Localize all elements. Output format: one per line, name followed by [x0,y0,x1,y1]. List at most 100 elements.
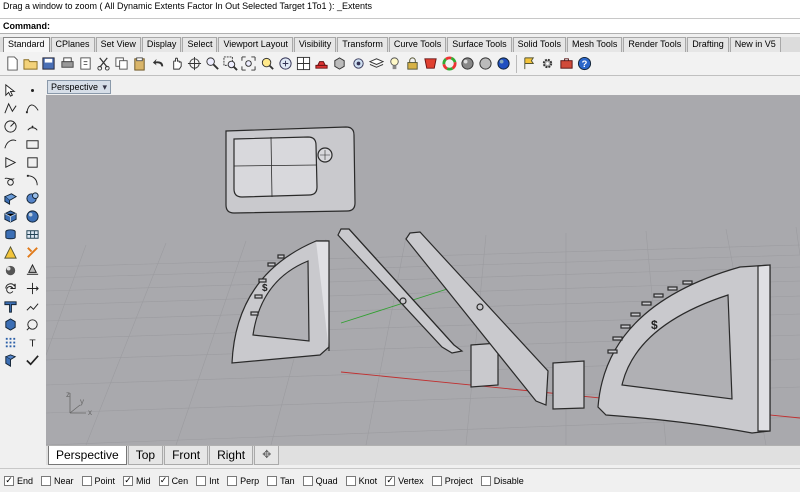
render-tools-icon[interactable] [1,352,19,369]
left-arc-stand[interactable]: $ [231,240,330,364]
ellipse-icon[interactable] [1,136,19,153]
extrude-surface-icon[interactable] [23,190,41,207]
zoom-extents-icon[interactable] [240,55,257,73]
fillet-icon[interactable] [1,172,19,189]
tab-viewport-layout[interactable]: Viewport Layout [218,37,293,52]
tab-new-in-v5[interactable]: New in V5 [729,37,781,52]
osnap-knot[interactable]: Knot [345,475,377,486]
viewport-tab-right[interactable]: Right [209,446,254,465]
osnap-near[interactable]: Near [41,475,74,486]
offset-curve-icon[interactable] [23,172,41,189]
help-icon[interactable]: ? [576,55,593,73]
transform-tools-icon[interactable] [1,244,19,261]
osnap-quad[interactable]: Quad [302,475,338,486]
square-icon[interactable] [23,154,41,171]
boolean-icon[interactable] [23,244,41,261]
tab-transform[interactable]: Transform [337,37,388,52]
osnap-perp[interactable]: Perp [227,475,259,486]
osnap-checkbox[interactable] [267,475,278,486]
tab-surface-tools[interactable]: Surface Tools [447,37,512,52]
polyline-icon[interactable] [1,100,19,117]
copy-icon[interactable] [113,55,130,73]
tab-solid-tools[interactable]: Solid Tools [512,37,566,52]
zoom-dynamic-icon[interactable] [204,55,221,73]
osnap-checkbox[interactable] [41,475,52,486]
osnap-tan[interactable]: Tan [267,475,295,486]
viewport-tab-front[interactable]: Front [164,446,209,465]
osnap-checkbox[interactable]: ✓ [4,475,14,486]
block-icon[interactable] [1,316,19,333]
dimension-icon[interactable] [1,298,19,315]
light-bulb-icon[interactable] [386,55,403,73]
car-render-icon[interactable] [313,55,330,73]
zoom-selected-icon[interactable] [259,55,276,73]
holder-plate[interactable] [225,126,356,214]
tab-curve-tools[interactable]: Curve Tools [388,37,447,52]
circle-icon[interactable] [1,118,19,135]
command-input[interactable] [52,21,753,31]
rotate-view-icon[interactable] [186,55,203,73]
osnap-cen[interactable]: ✓ Cen [158,475,188,486]
tab-select[interactable]: Select [182,37,218,52]
undo-view-icon[interactable] [277,55,294,73]
osnap-vertex[interactable]: ✓ Vertex [385,475,424,486]
osnap-checkbox[interactable] [302,475,313,486]
box-icon[interactable] [1,208,19,225]
move-icon[interactable] [23,280,41,297]
osnap-checkbox[interactable]: ✓ [123,475,134,486]
pan-hand-icon[interactable] [168,55,185,73]
options-gear-icon[interactable] [539,55,556,73]
polygon-icon[interactable] [1,154,19,171]
properties-icon[interactable] [350,55,367,73]
osnap-checkbox[interactable] [480,475,491,486]
cut-icon[interactable] [95,55,112,73]
flag-icon[interactable] [521,55,538,73]
tab-mesh-tools[interactable]: Mesh Tools [566,37,623,52]
undo-icon[interactable] [150,55,167,73]
osnap-project[interactable]: Project [431,475,473,486]
tab-display[interactable]: Display [141,37,182,52]
render-preview-icon[interactable] [477,55,494,73]
render-blue-sphere-icon[interactable] [495,55,512,73]
osnap-int[interactable]: Int [196,475,219,486]
command-line[interactable]: Command: [0,19,800,34]
four-viewports-icon[interactable] [295,55,312,73]
zoom-window-icon[interactable] [222,55,239,73]
point-icon[interactable] [23,82,41,99]
add-viewport-tab-icon[interactable]: ✥ [254,446,280,465]
paste-icon[interactable] [131,55,148,73]
viewport-scene[interactable]: $ $ z x y [46,95,800,445]
osnap-checkbox[interactable] [227,475,238,486]
new-file-icon[interactable] [4,55,21,73]
rectangle-icon[interactable] [23,136,41,153]
sphere-icon[interactable] [23,208,41,225]
osnap-mid[interactable]: ✓ Mid [123,475,151,486]
tab-standard[interactable]: Standard [3,37,50,52]
right-arc-stand[interactable]: $ [597,264,771,434]
annotate-icon[interactable] [23,298,41,315]
viewport-tab-top[interactable]: Top [127,446,164,465]
cylinder-icon[interactable] [1,226,19,243]
analyze-icon[interactable] [23,316,41,333]
toolbox-icon[interactable] [558,55,575,73]
check-icon[interactable] [23,352,41,369]
tab-cplanes[interactable]: CPlanes [50,37,95,52]
layer-icon[interactable] [368,55,385,73]
open-folder-icon[interactable] [22,55,39,73]
osnap-checkbox[interactable] [196,475,207,486]
perspective-viewport[interactable]: $ $ z x y [46,95,800,445]
osnap-checkbox[interactable] [431,475,442,486]
tab-drafting[interactable]: Drafting [687,37,729,52]
viewport-title-tab[interactable]: Perspective ▾ [47,80,111,94]
material-icon[interactable] [422,55,439,73]
mesh-icon[interactable] [23,226,41,243]
viewport-menu-arrow-icon[interactable]: ▾ [102,82,107,92]
osnap-disable[interactable]: Disable [480,475,524,486]
arc-icon[interactable] [23,118,41,135]
osnap-checkbox[interactable] [81,475,92,486]
tab-set-view[interactable]: Set View [95,37,141,52]
surface-icon[interactable] [1,190,19,207]
print-icon[interactable] [59,55,76,73]
import-icon[interactable] [77,55,94,73]
rotate-icon[interactable] [1,280,19,297]
